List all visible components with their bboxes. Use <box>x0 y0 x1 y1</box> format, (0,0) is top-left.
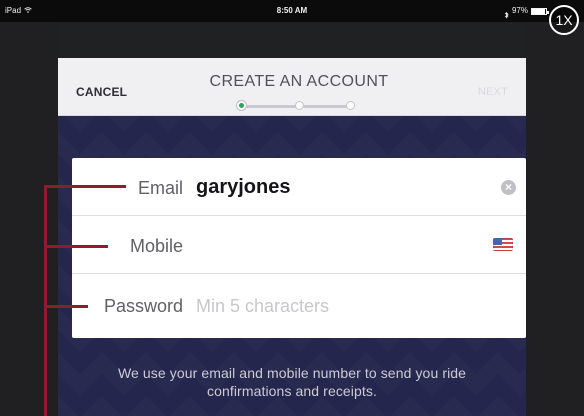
password-row[interactable]: Password Min 5 characters <box>72 276 526 338</box>
account-form: Email garyjones × Mobile Password Min 5 … <box>72 158 526 338</box>
ipad-screen: iPad 8:50 AM 97% 1X CANCEL CREATE AN ACC… <box>0 0 584 416</box>
create-account-screen: CANCEL CREATE AN ACCOUNT NEXT Email gary… <box>58 22 526 416</box>
mobile-row[interactable]: Mobile <box>72 216 526 274</box>
password-field[interactable]: Min 5 characters <box>196 296 329 317</box>
create-account-header: CANCEL CREATE AN ACCOUNT NEXT <box>58 58 526 116</box>
status-time: 8:50 AM <box>276 6 308 15</box>
page-title: CREATE AN ACCOUNT <box>209 73 389 90</box>
battery-icon <box>531 7 549 15</box>
app-top-shadow <box>58 22 526 58</box>
privacy-disclaimer: We use your email and mobile number to s… <box>117 365 467 399</box>
email-field[interactable]: garyjones <box>196 176 290 199</box>
us-flag-icon[interactable] <box>493 238 513 251</box>
cancel-button[interactable]: CANCEL <box>76 85 127 99</box>
mobile-label: Mobile <box>129 236 183 256</box>
next-button[interactable]: NEXT <box>478 86 508 98</box>
progress-step <box>346 101 355 110</box>
password-label: Password <box>103 296 183 316</box>
status-right-indicators: 97% <box>504 0 549 22</box>
account-progress-track <box>237 101 355 110</box>
battery-percentage: 97% <box>511 6 528 15</box>
email-label: Email <box>137 178 183 198</box>
screenshot-root: iPad 8:50 AM 97% 1X CANCEL CREATE AN ACC… <box>0 0 584 416</box>
email-row[interactable]: Email garyjones × <box>72 158 526 216</box>
status-bar: iPad 8:50 AM 97% 1X <box>0 0 584 35</box>
progress-step-active <box>237 101 246 110</box>
progress-step <box>295 101 304 110</box>
zoom-button[interactable]: 1X <box>549 5 579 35</box>
clear-icon[interactable]: × <box>501 180 516 195</box>
bluetooth-icon <box>504 7 509 19</box>
